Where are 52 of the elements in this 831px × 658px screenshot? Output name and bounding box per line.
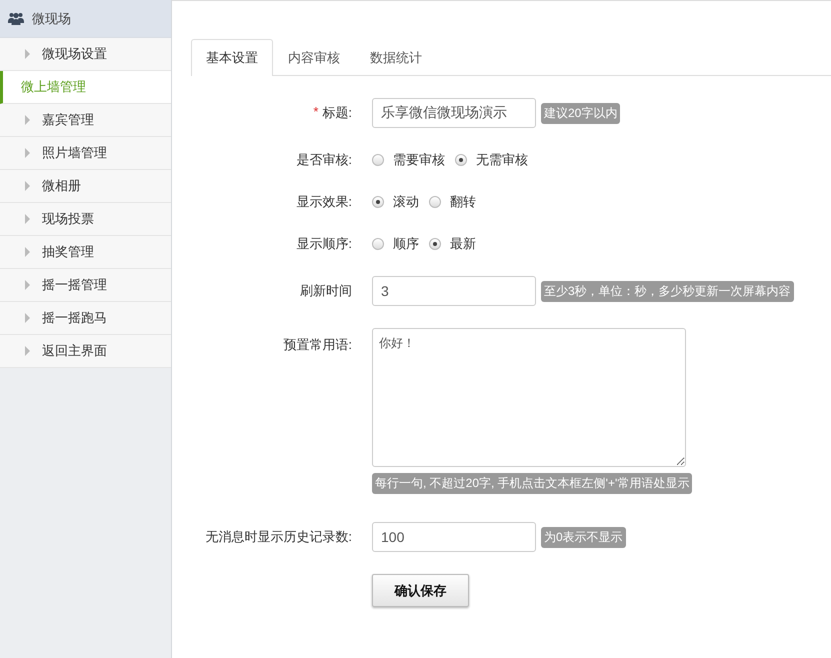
caret-icon — [25, 280, 30, 290]
radio-button[interactable] — [372, 238, 384, 250]
radio-label[interactable]: 无需审核 — [476, 151, 528, 169]
input-field[interactable]: 乐享微信微现场演示 — [372, 98, 536, 128]
text-area[interactable]: 你好！ — [372, 328, 686, 467]
users-icon — [8, 12, 24, 25]
tab[interactable]: 数据统计 — [355, 39, 437, 76]
field-label: 显示效果: — [296, 193, 352, 211]
radio-label[interactable]: 顺序 — [393, 235, 419, 253]
field-label: 预置常用语: — [283, 336, 352, 354]
hint-label: 建议20字以内 — [541, 102, 620, 124]
radio-label[interactable]: 翻转 — [450, 193, 476, 211]
caret-icon — [25, 115, 30, 125]
hint-label: 每行一句, 不超过20字, 手机点击文本框左侧'+'常用语处显示 — [372, 473, 692, 494]
radio-label[interactable]: 需要审核 — [393, 151, 445, 169]
radio-button[interactable] — [429, 196, 441, 208]
caret-icon — [25, 313, 30, 323]
radio-button[interactable] — [429, 238, 441, 250]
sidebar-item[interactable]: 摇一摇跑马 — [0, 302, 171, 335]
tab[interactable]: 基本设置 — [191, 39, 273, 76]
radio-button[interactable] — [372, 196, 384, 208]
input-field[interactable]: 100 — [372, 522, 536, 552]
sidebar-item[interactable]: 微现场设置 — [0, 38, 171, 71]
caret-icon — [25, 148, 30, 158]
sidebar-title: 微现场 — [32, 10, 71, 28]
caret-icon — [25, 247, 30, 257]
sidebar-item[interactable]: 微相册 — [0, 170, 171, 203]
field-label: 标题: — [322, 104, 352, 122]
save-button[interactable]: 确认保存 — [372, 574, 469, 607]
field-label: 显示顺序: — [296, 235, 352, 253]
sidebar-item[interactable]: 现场投票 — [0, 203, 171, 236]
caret-icon — [25, 49, 30, 59]
caret-icon — [25, 214, 30, 224]
field-label: 无消息时显示历史记录数: — [205, 528, 352, 546]
sidebar-item[interactable]: 照片墙管理 — [0, 137, 171, 170]
radio-label[interactable]: 滚动 — [393, 193, 419, 211]
sidebar-item[interactable]: 抽奖管理 — [0, 236, 171, 269]
field-label: 刷新时间 — [300, 282, 352, 300]
required-mark: * — [313, 104, 318, 121]
hint-label: 至少3秒，单位：秒，多少秒更新一次屏幕内容 — [541, 280, 794, 302]
caret-icon — [25, 181, 30, 191]
radio-button[interactable] — [455, 154, 467, 166]
hint-label: 为0表示不显示 — [541, 526, 626, 548]
caret-icon — [25, 346, 30, 356]
sidebar-item[interactable]: 摇一摇管理 — [0, 269, 171, 302]
field-label: 是否审核: — [296, 151, 352, 169]
sidebar-item[interactable]: 嘉宾管理 — [0, 104, 171, 137]
radio-label[interactable]: 最新 — [450, 235, 476, 253]
radio-button[interactable] — [372, 154, 384, 166]
sidebar-item[interactable]: 返回主界面 — [0, 335, 171, 368]
input-field[interactable]: 3 — [372, 276, 536, 306]
tab[interactable]: 内容审核 — [273, 39, 355, 76]
